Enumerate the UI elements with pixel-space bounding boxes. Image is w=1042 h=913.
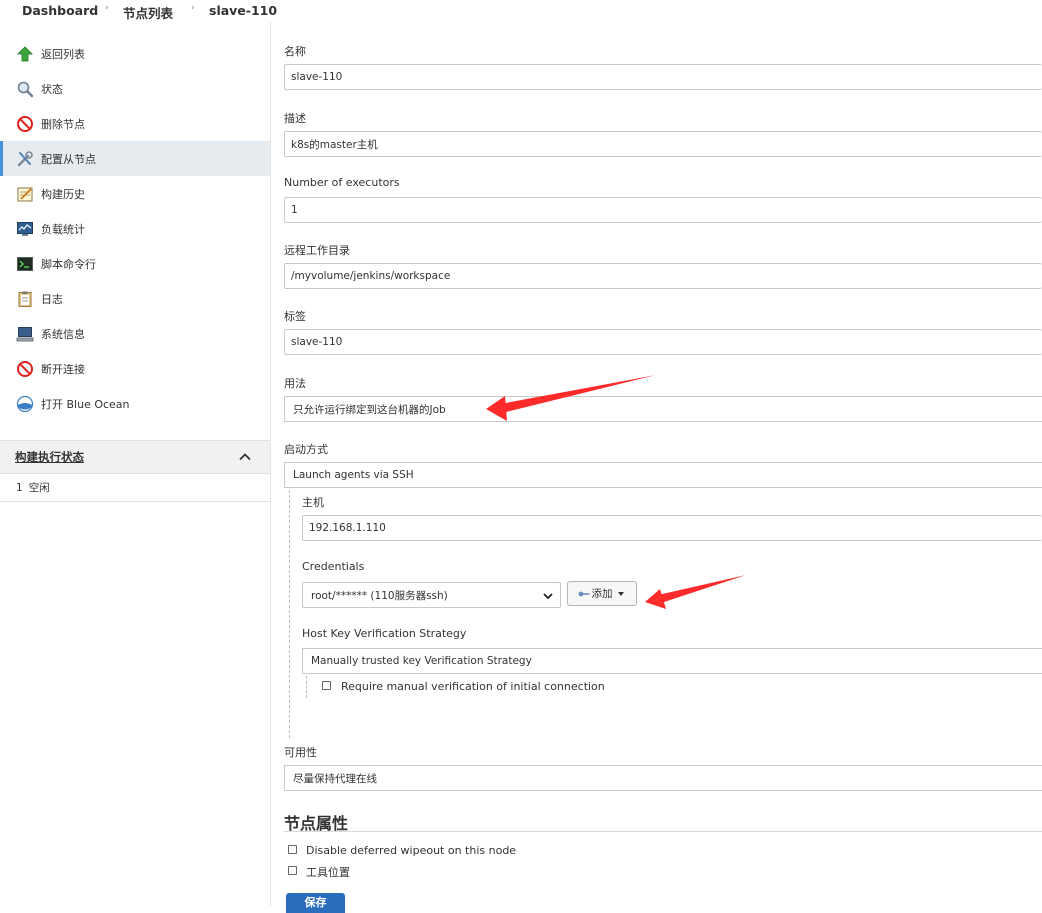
host-key-strategy-select[interactable]: Manually trusted key Verification Strate… bbox=[302, 648, 1042, 674]
chevron-right-icon: › bbox=[105, 3, 109, 13]
availability-label: 可用性 bbox=[284, 746, 317, 759]
annotation-arrow-credentials bbox=[645, 575, 746, 609]
chevron-up-icon[interactable] bbox=[238, 450, 252, 464]
description-label: 描述 bbox=[284, 112, 306, 125]
description-input[interactable]: k8s的master主机 bbox=[284, 131, 1042, 157]
availability-select[interactable]: 尽量保持代理在线 bbox=[284, 765, 1042, 791]
executors-label: Number of executors bbox=[284, 176, 400, 189]
credentials-label: Credentials bbox=[302, 560, 365, 573]
sidebar-item-label: 返回列表 bbox=[41, 47, 85, 61]
section-divider bbox=[284, 831, 1042, 832]
blue-ocean-icon bbox=[16, 395, 34, 413]
launch-method-select[interactable]: Launch agents via SSH bbox=[284, 462, 1042, 488]
clipboard-icon bbox=[16, 290, 34, 308]
sidebar-item-system-info[interactable]: 系统信息 bbox=[0, 316, 270, 351]
breadcrumb-node-list[interactable]: 节点列表 bbox=[123, 3, 173, 22]
key-icon bbox=[578, 591, 589, 596]
sidebar-item-log[interactable]: 日志 bbox=[0, 281, 270, 316]
labels-input[interactable]: slave-110 bbox=[284, 329, 1042, 355]
disable-deferred-wipeout-checkbox[interactable] bbox=[288, 845, 297, 854]
terminal-icon bbox=[16, 255, 34, 273]
sidebar-item-configure-node[interactable]: 配置从节点 bbox=[0, 141, 270, 176]
chevron-right-icon: › bbox=[191, 3, 195, 13]
sidebar-item-label: 日志 bbox=[41, 292, 63, 306]
usage-select[interactable]: 只允许运行绑定到这台机器的Job bbox=[284, 396, 1042, 422]
host-key-strategy-label: Host Key Verification Strategy bbox=[302, 627, 467, 640]
executors-input[interactable]: 1 bbox=[284, 197, 1042, 223]
remote-dir-input[interactable]: /myvolume/jenkins/workspace bbox=[284, 263, 1042, 289]
save-button[interactable]: 保存 bbox=[286, 893, 345, 913]
name-input[interactable]: slave-110 bbox=[284, 64, 1042, 90]
launch-method-value: Launch agents via SSH bbox=[293, 469, 414, 481]
wrench-screwdriver-icon bbox=[16, 150, 34, 168]
sidebar-item-label: 系统信息 bbox=[41, 327, 85, 341]
executor-status-title[interactable]: 构建执行状态 bbox=[15, 449, 84, 465]
executor-number: 1 bbox=[16, 481, 23, 494]
notepad-icon bbox=[16, 185, 34, 203]
sidebar-item-load-statistics[interactable]: 负载统计 bbox=[0, 211, 270, 246]
executor-status-header[interactable]: 构建执行状态 bbox=[0, 440, 270, 474]
availability-value: 尽量保持代理在线 bbox=[293, 772, 377, 785]
launch-method-label: 启动方式 bbox=[284, 443, 328, 456]
sidebar-item-build-history[interactable]: 构建历史 bbox=[0, 176, 270, 211]
sidebar-item-blue-ocean[interactable]: 打开 Blue Ocean bbox=[0, 386, 270, 421]
credentials-select[interactable]: root/****** (110服务器ssh) bbox=[302, 582, 561, 608]
sidebar-item-label: 脚本命令行 bbox=[41, 257, 96, 271]
caret-down-icon bbox=[617, 591, 624, 596]
add-credentials-button[interactable]: 添加 bbox=[567, 581, 637, 606]
executor-row: 1 空闲 bbox=[0, 474, 270, 502]
no-entry-icon bbox=[16, 360, 34, 378]
sidebar-divider bbox=[270, 22, 271, 906]
host-input[interactable]: 192.168.1.110 bbox=[302, 515, 1042, 541]
breadcrumb-dashboard[interactable]: Dashboard bbox=[22, 3, 98, 18]
sidebar-item-label: 断开连接 bbox=[41, 362, 85, 376]
computer-icon bbox=[16, 325, 34, 343]
no-entry-icon bbox=[16, 115, 34, 133]
labels-label: 标签 bbox=[284, 310, 306, 323]
add-credentials-label: 添加 bbox=[591, 588, 613, 600]
sidebar: 返回列表 状态 删除节点 配置从节点 构建历史 负载统计 脚本命令行 日志 系统… bbox=[0, 36, 270, 421]
sidebar-item-label: 打开 Blue Ocean bbox=[41, 397, 130, 411]
sidebar-item-label: 状态 bbox=[41, 82, 63, 96]
breadcrumb-node[interactable]: slave-110 bbox=[209, 3, 277, 18]
sidebar-item-status[interactable]: 状态 bbox=[0, 71, 270, 106]
sidebar-item-label: 配置从节点 bbox=[41, 152, 96, 166]
sidebar-item-delete-node[interactable]: 删除节点 bbox=[0, 106, 270, 141]
monitor-chart-icon bbox=[16, 220, 34, 238]
sidebar-item-label: 构建历史 bbox=[41, 187, 85, 201]
name-label: 名称 bbox=[284, 45, 306, 58]
sidebar-item-back-to-list[interactable]: 返回列表 bbox=[0, 36, 270, 71]
magnifier-icon bbox=[16, 80, 34, 98]
tool-locations-label: 工具位置 bbox=[306, 866, 350, 879]
sidebar-item-script-console[interactable]: 脚本命令行 bbox=[0, 246, 270, 281]
usage-select-value: 只允许运行绑定到这台机器的Job bbox=[293, 403, 446, 416]
host-key-options-guide bbox=[306, 676, 307, 698]
tool-locations-checkbox[interactable] bbox=[288, 866, 297, 875]
executor-state: 空闲 bbox=[28, 482, 50, 494]
credentials-value: root/****** (110服务器ssh) bbox=[311, 589, 448, 602]
chevron-down-icon bbox=[543, 593, 553, 600]
usage-label: 用法 bbox=[284, 377, 306, 390]
host-key-strategy-value: Manually trusted key Verification Strate… bbox=[311, 655, 532, 667]
host-label: 主机 bbox=[302, 496, 324, 509]
sidebar-item-label: 负载统计 bbox=[41, 222, 85, 236]
disable-deferred-wipeout-label: Disable deferred wipeout on this node bbox=[306, 844, 517, 857]
up-arrow-icon bbox=[16, 45, 34, 63]
launch-options-guide bbox=[289, 490, 290, 738]
sidebar-item-disconnect[interactable]: 断开连接 bbox=[0, 351, 270, 386]
breadcrumb: Dashboard › 节点列表 › slave-110 bbox=[0, 0, 1042, 22]
require-manual-verification-label: Require manual verification of initial c… bbox=[341, 680, 605, 693]
sidebar-item-label: 删除节点 bbox=[41, 117, 85, 131]
remote-dir-label: 远程工作目录 bbox=[284, 244, 350, 257]
require-manual-verification-checkbox[interactable] bbox=[322, 681, 331, 690]
